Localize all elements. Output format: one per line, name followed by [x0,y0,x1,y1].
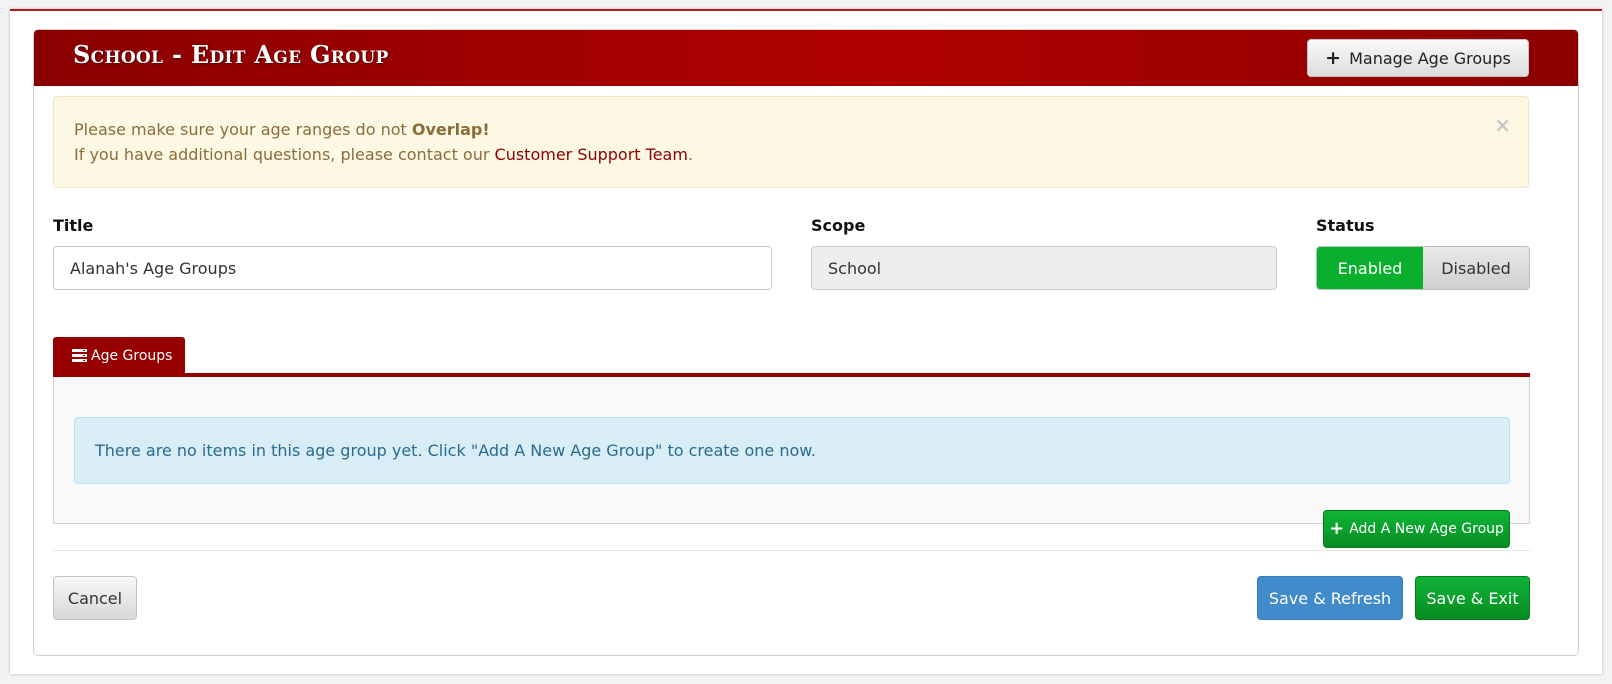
list-icon [72,349,87,362]
status-enabled-option[interactable]: Enabled [1317,247,1423,289]
edit-age-group-panel: School - Edit Age Group + Manage Age Gro… [33,29,1579,656]
footer-divider [53,550,1530,551]
page-wrapper: School - Edit Age Group + Manage Age Gro… [10,9,1602,674]
panel-header: School - Edit Age Group + Manage Age Gro… [34,30,1578,86]
status-label: Status [1316,216,1375,235]
tab-age-groups[interactable]: Age Groups [53,337,185,374]
age-groups-tab-content: There are no items in this age group yet… [53,377,1530,524]
empty-age-groups-message: There are no items in this age group yet… [74,417,1510,484]
scope-field: School [811,246,1277,290]
plus-icon: + [1329,518,1345,539]
cancel-button[interactable]: Cancel [53,576,137,620]
title-label: Title [53,216,94,235]
overlap-warning-alert: Please make sure your age ranges do not … [53,96,1529,188]
scope-label: Scope [811,216,866,235]
plus-icon: + [1325,46,1342,69]
status-toggle: Enabled Disabled [1316,246,1530,290]
title-input[interactable]: Alanah's Age Groups [53,246,772,290]
close-icon[interactable]: × [1494,115,1511,135]
save-refresh-button[interactable]: Save & Refresh [1257,576,1403,620]
alert-line-1: Please make sure your age ranges do not … [74,117,1508,142]
save-exit-button[interactable]: Save & Exit [1415,576,1530,620]
alert-line-2-text: If you have additional questions, please… [74,145,495,164]
alert-line-2-suffix: . [687,145,694,164]
manage-age-groups-button[interactable]: + Manage Age Groups [1307,39,1529,77]
status-disabled-option[interactable]: Disabled [1423,247,1529,289]
customer-support-link[interactable]: Customer Support Team [495,145,688,164]
page-title: School - Edit Age Group [73,40,389,69]
manage-age-groups-label: Manage Age Groups [1349,48,1511,68]
tab-age-groups-label: Age Groups [91,347,173,364]
alert-line-1-text: Please make sure your age ranges do not [74,120,412,139]
alert-overlap-strong: Overlap! [411,120,490,139]
add-new-age-group-button[interactable]: + Add A New Age Group [1323,510,1510,548]
add-new-age-group-label: Add A New Age Group [1349,521,1504,537]
alert-line-2: If you have additional questions, please… [74,142,1508,167]
